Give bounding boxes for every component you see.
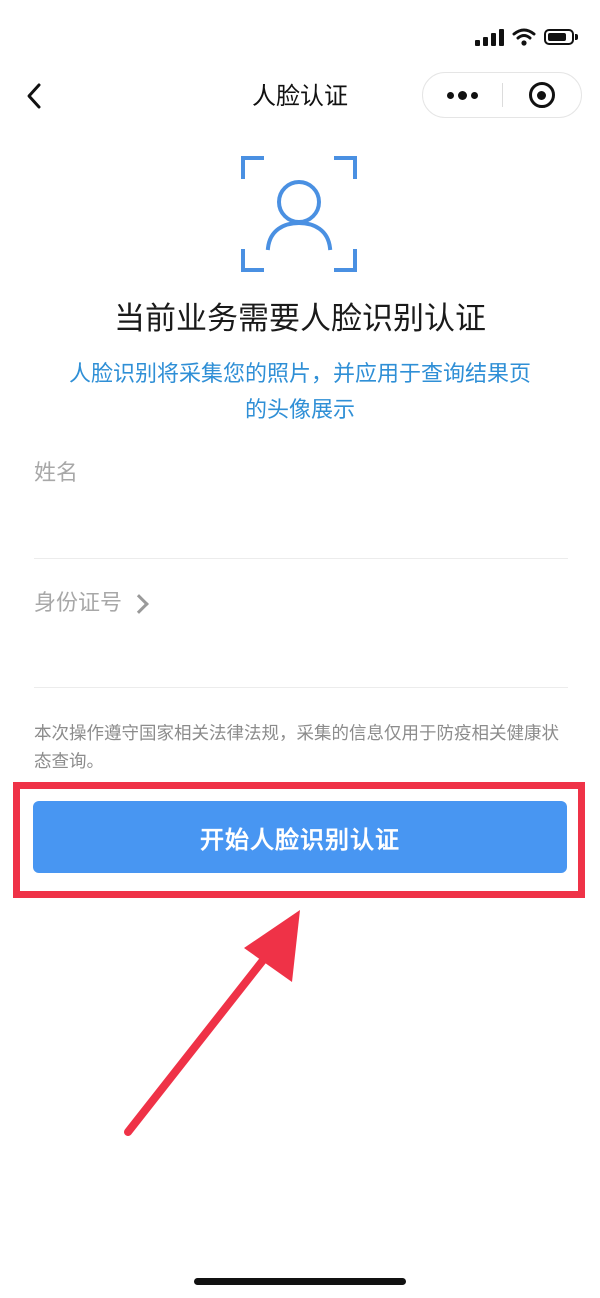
id-number-input[interactable] <box>34 632 572 674</box>
name-field[interactable] <box>34 500 572 542</box>
highlight-frame <box>13 782 585 898</box>
id-number-label: 身份证号 <box>34 591 123 616</box>
divider <box>34 687 568 688</box>
signal-icon <box>475 28 504 46</box>
status-bar-icons <box>475 24 578 50</box>
more-button[interactable] <box>423 73 502 117</box>
battery-icon <box>544 29 578 45</box>
more-dots-icon <box>446 90 478 100</box>
name-input[interactable] <box>34 500 572 542</box>
headline: 当前业务需要人脸识别认证 <box>114 301 486 337</box>
chevron-right-icon <box>129 594 149 614</box>
home-indicator <box>194 1278 406 1285</box>
close-miniprogram-button[interactable] <box>503 73 582 117</box>
id-number-selector[interactable]: 身份证号 <box>34 588 149 620</box>
face-scan-icon <box>241 156 357 272</box>
name-label: 姓名 <box>34 461 79 486</box>
divider <box>34 558 568 559</box>
wifi-icon <box>512 28 536 46</box>
close-miniprogram-icon <box>528 82 555 108</box>
id-number-field[interactable] <box>34 632 572 674</box>
annotation-arrow-icon <box>124 910 300 1136</box>
legal-notice: 本次操作遵守国家相关法律法规，采集的信息仅用于防疫相关健康状态查询。 <box>34 724 559 772</box>
photo-usage-note: 人脸识别将采集您的照片，并应用于查询结果页的头像展示 <box>68 362 531 423</box>
miniprogram-capsule <box>422 72 582 118</box>
